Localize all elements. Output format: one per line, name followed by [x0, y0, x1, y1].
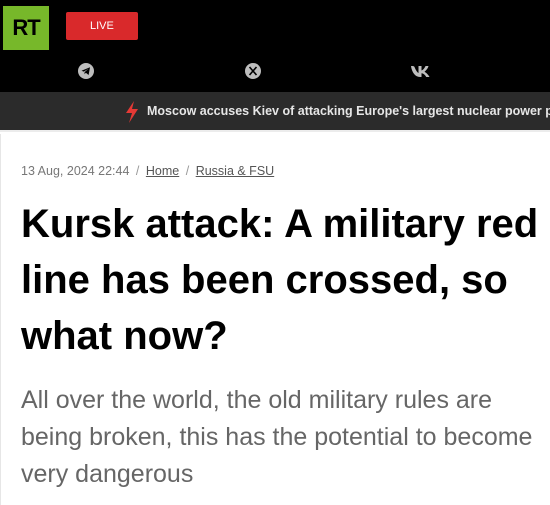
top-header: RT LIVE: [0, 0, 550, 92]
divider: [0, 134, 1, 505]
publish-date: 13 Aug, 2024 22:44: [21, 164, 130, 178]
breaking-news-ticker[interactable]: Moscow accuses Kiev of attacking Europe'…: [0, 92, 550, 132]
article-summary: All over the world, the old military rul…: [21, 386, 533, 488]
vk-icon[interactable]: [410, 60, 432, 82]
article-headline: Kursk attack: A military red line has be…: [21, 202, 539, 358]
telegram-icon[interactable]: [75, 60, 97, 82]
lightning-bolt-icon: [126, 101, 138, 123]
breadcrumb-separator: /: [185, 164, 190, 178]
breadcrumb-section-link[interactable]: Russia & FSU: [196, 164, 275, 178]
breadcrumb-separator: /: [135, 164, 140, 178]
live-button[interactable]: LIVE: [66, 12, 138, 40]
ticker-text[interactable]: Moscow accuses Kiev of attacking Europe'…: [147, 104, 550, 118]
breadcrumb-home-link[interactable]: Home: [146, 164, 179, 178]
x-icon[interactable]: [242, 60, 264, 82]
rt-logo[interactable]: RT: [3, 6, 49, 50]
article-meta: 13 Aug, 2024 22:44 / Home / Russia & FSU: [21, 164, 274, 178]
